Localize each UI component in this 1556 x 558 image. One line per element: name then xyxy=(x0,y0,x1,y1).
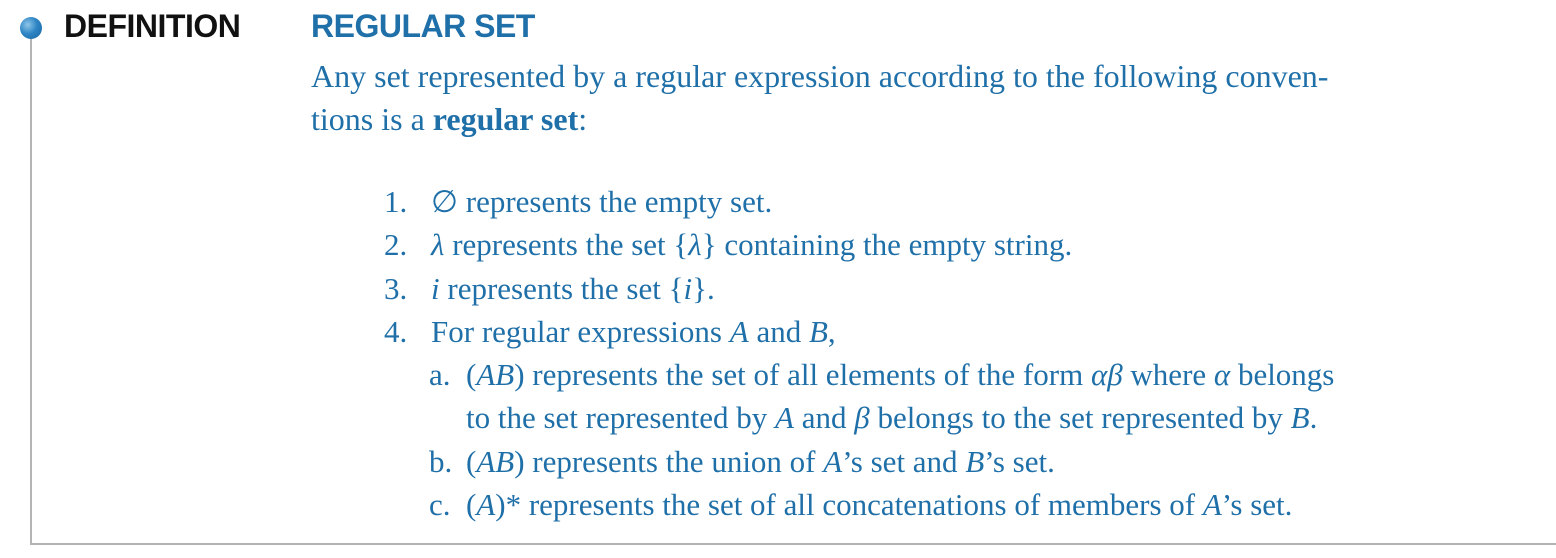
definition-label: DEFINITION xyxy=(64,8,241,44)
frame-left-border xyxy=(30,28,32,545)
list-subitem-b: b. (AB) represents the union of A’s set a… xyxy=(429,443,1055,479)
list-item-4: 4. For regular expressions A and B, xyxy=(384,313,836,349)
conventions-list: 1. ∅ represents the empty set. 2. λ repres… xyxy=(384,180,1554,526)
empty-set-symbol: ∅ xyxy=(431,184,459,219)
regular-set-term: regular set xyxy=(432,101,579,137)
list-item-1: 1. ∅ represents the empty set. xyxy=(384,184,773,219)
bullet-marker-icon xyxy=(20,17,42,39)
intro-line-1: Any set represented by a regular express… xyxy=(311,58,1329,94)
list-item-2: 2. λ represents the set {λ} containing th… xyxy=(384,227,1073,263)
definition-intro: Any set represented by a regular express… xyxy=(311,55,1531,141)
list-subitem-a-continuation: to the set represented by A and β belong… xyxy=(466,400,1318,436)
definition-title: REGULAR SET xyxy=(311,8,535,44)
intro-line-2: tions is a regular set: xyxy=(311,101,588,137)
frame-bottom-border xyxy=(30,543,1556,545)
list-subitem-c: c. (A)* represents the set of all concate… xyxy=(429,487,1293,523)
list-item-3: 3. i represents the set {i}. xyxy=(384,270,715,306)
list-subitem-a: a. (AB) represents the set of all element… xyxy=(429,357,1335,393)
